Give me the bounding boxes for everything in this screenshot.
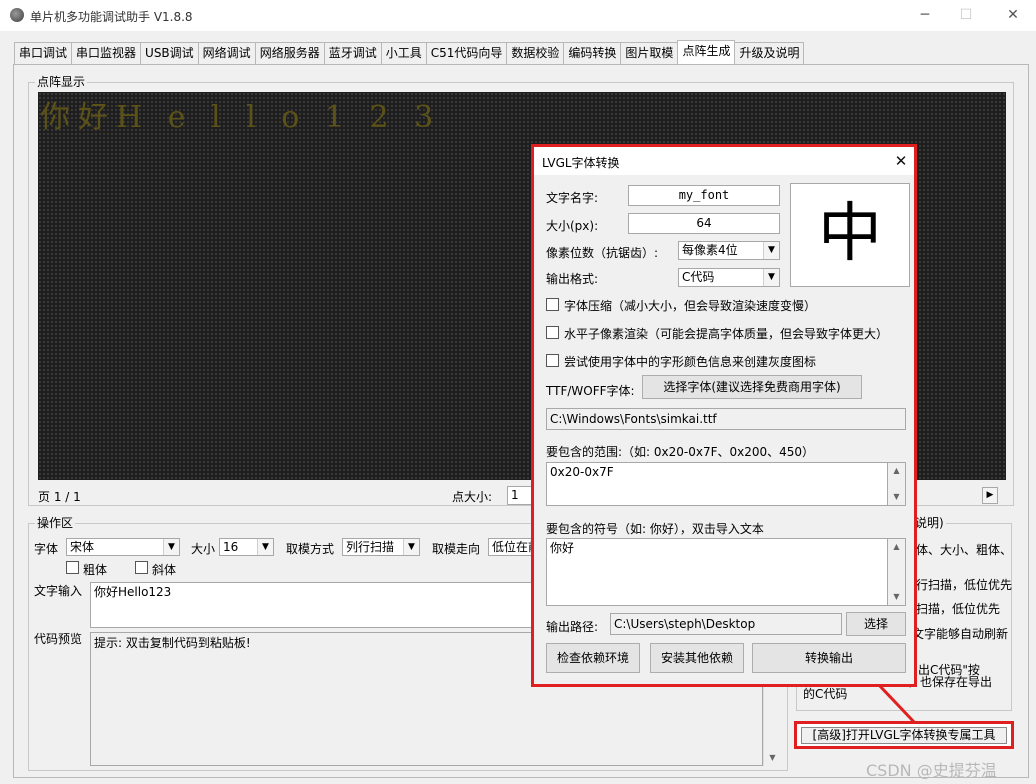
mode-label: 取模方式 bbox=[286, 542, 335, 556]
compress-checkbox[interactable] bbox=[546, 298, 559, 311]
side-info-line: 体、大小、粗体、 bbox=[916, 543, 1013, 557]
tab-image-mold[interactable]: 图片取模 bbox=[620, 42, 679, 64]
font-path-field[interactable]: C:\Windows\Fonts\simkai.ttf bbox=[546, 408, 906, 430]
tab-bluetooth-debug[interactable]: 蓝牙调试 bbox=[323, 42, 382, 64]
scroll-down-icon[interactable]: ▼ bbox=[888, 589, 905, 605]
direction-select[interactable]: 低位在前 bbox=[488, 538, 532, 556]
side-info-line: 扫描，低位优先 bbox=[916, 602, 1001, 616]
font-name-input[interactable]: my_font bbox=[628, 185, 780, 206]
subpixel-checkbox[interactable] bbox=[546, 326, 559, 339]
dialog-close-icon[interactable]: ✕ bbox=[890, 150, 912, 172]
tab-encoding-convert[interactable]: 编码转换 bbox=[563, 42, 622, 64]
bpp-select-value: 每像素4位 bbox=[682, 243, 738, 257]
select-path-button[interactable]: 选择 bbox=[846, 612, 906, 636]
direction-label: 取模走向 bbox=[432, 542, 481, 556]
side-info-line: 文字能够自动刷新 bbox=[912, 627, 1009, 641]
tab-upgrade-info[interactable]: 升级及说明 bbox=[734, 42, 805, 64]
lvgl-highlight-frame: [高级]打开LVGL字体转换专属工具 bbox=[794, 721, 1014, 749]
chevron-down-icon: ▼ bbox=[403, 539, 419, 555]
window-title: 单片机多功能调试助手 V1.8.8 bbox=[30, 10, 193, 24]
tab-c51-wizard[interactable]: C51代码向导 bbox=[425, 42, 508, 64]
font-label: 字体 bbox=[34, 542, 59, 556]
output-format-label: 输出格式: bbox=[546, 272, 599, 286]
chevron-down-icon: ▼ bbox=[763, 269, 779, 286]
font-select[interactable]: 宋体 ▼ bbox=[66, 538, 180, 556]
side-info-title: 说明) bbox=[913, 516, 946, 530]
text-input-label: 文字输入 bbox=[34, 584, 83, 598]
chevron-down-icon: ▼ bbox=[763, 242, 779, 259]
size-select-value: 16 bbox=[223, 540, 239, 554]
scroll-up-icon[interactable]: ▲ bbox=[888, 463, 905, 479]
glyph-color-checkbox[interactable] bbox=[546, 354, 559, 367]
glyph-color-label: 尝试使用字体中的字形颜色信息来创建灰度图标 bbox=[564, 355, 817, 369]
chevron-down-icon: ▼ bbox=[163, 539, 179, 555]
side-info-line: 行扫描，低位优先 bbox=[916, 578, 1013, 592]
tab-dot-matrix[interactable]: 点阵生成 bbox=[677, 40, 736, 64]
minimize-button[interactable]: ─ bbox=[914, 5, 936, 25]
italic-label: 斜体 bbox=[152, 563, 177, 577]
dot-size-label: 点大小: bbox=[452, 490, 493, 504]
symbols-input[interactable]: 你好 bbox=[546, 538, 888, 606]
range-scrollbar[interactable]: ▲ ▼ bbox=[888, 462, 906, 506]
scroll-down-icon[interactable]: ▼ bbox=[764, 750, 781, 766]
font-preview-box: 中 bbox=[790, 183, 910, 287]
tab-network-debug[interactable]: 网络调试 bbox=[197, 42, 256, 64]
scroll-right-arrow-icon[interactable]: ▶ bbox=[982, 487, 998, 504]
bpp-select[interactable]: 每像素4位 ▼ bbox=[678, 241, 780, 260]
px-size-input[interactable]: 64 bbox=[628, 213, 780, 234]
scroll-down-icon[interactable]: ▼ bbox=[888, 489, 905, 505]
code-preview-label: 代码预览 bbox=[34, 632, 83, 646]
text-input-field[interactable]: 你好Hello123 bbox=[90, 582, 532, 628]
bpp-label: 像素位数（抗锯齿）: bbox=[546, 246, 659, 260]
dot-matrix-text: 你好H e l l o 1 2 3 bbox=[40, 100, 442, 135]
compress-label: 字体压缩（减小大小，但会导致渲染速度变慢） bbox=[564, 299, 817, 313]
size-label: 大小 bbox=[191, 542, 216, 556]
output-format-value: C代码 bbox=[682, 270, 715, 284]
scroll-up-icon[interactable]: ▲ bbox=[888, 539, 905, 555]
output-path-label: 输出路径: bbox=[546, 620, 599, 634]
mode-select-value: 列行扫描 bbox=[346, 540, 395, 554]
mode-select[interactable]: 列行扫描 ▼ bbox=[342, 538, 420, 556]
symbols-scrollbar[interactable]: ▲ ▼ bbox=[888, 538, 906, 606]
operation-group-label: 操作区 bbox=[35, 516, 76, 530]
dialog-title: LVGL字体转换 bbox=[542, 156, 620, 170]
tab-serial-monitor[interactable]: 串口监视器 bbox=[71, 42, 142, 64]
convert-output-button[interactable]: 转换输出 bbox=[752, 643, 906, 673]
app-icon bbox=[10, 8, 24, 22]
ttf-label: TTF/WOFF字体: bbox=[546, 384, 635, 398]
watermark: CSDN @史提芬温 bbox=[866, 761, 997, 780]
tab-usb-debug[interactable]: USB调试 bbox=[140, 42, 199, 64]
font-preview-char: 中 bbox=[818, 197, 882, 271]
side-info-line: 的C代码 bbox=[803, 687, 848, 701]
font-select-value: 宋体 bbox=[70, 540, 95, 554]
range-label: 要包含的范围:（如: 0x20-0x7F、0x200、450） bbox=[546, 445, 815, 459]
symbols-label: 要包含的符号（如: 你好），双击导入文本 bbox=[546, 522, 764, 536]
font-name-label: 文字名字: bbox=[546, 191, 599, 205]
subpixel-label: 水平子像素渲染（可能会提高字体质量，但会导致字体更大） bbox=[564, 327, 889, 341]
tab-network-server[interactable]: 网络服务器 bbox=[254, 42, 325, 64]
check-env-button[interactable]: 检查依赖环境 bbox=[546, 643, 640, 673]
bold-checkbox[interactable] bbox=[66, 561, 79, 574]
close-button[interactable]: ✕ bbox=[1002, 5, 1024, 25]
chevron-down-icon: ▼ bbox=[257, 539, 273, 555]
px-size-label: 大小(px): bbox=[546, 219, 599, 233]
tab-bar: 串口调试 串口监视器 USB调试 网络调试 网络服务器 蓝牙调试 小工具 C51… bbox=[14, 40, 805, 64]
direction-select-value: 低位在前 bbox=[492, 540, 531, 554]
range-input[interactable]: 0x20-0x7F bbox=[546, 462, 888, 506]
size-select[interactable]: 16 ▼ bbox=[219, 538, 274, 556]
italic-checkbox[interactable] bbox=[135, 561, 148, 574]
bold-label: 粗体 bbox=[83, 563, 108, 577]
choose-font-button[interactable]: 选择字体(建议选择免费商用字体) bbox=[642, 375, 862, 399]
tab-data-checksum[interactable]: 数据校验 bbox=[506, 42, 565, 64]
maximize-button[interactable]: ☐ bbox=[955, 5, 977, 25]
page-indicator: 页 1 / 1 bbox=[38, 490, 81, 504]
install-deps-button[interactable]: 安装其他依赖 bbox=[650, 643, 744, 673]
output-format-select[interactable]: C代码 ▼ bbox=[678, 268, 780, 287]
tab-small-tools[interactable]: 小工具 bbox=[380, 42, 427, 64]
open-lvgl-tool-button[interactable]: [高级]打开LVGL字体转换专属工具 bbox=[801, 727, 1007, 744]
output-path-field[interactable]: C:\Users\steph\Desktop bbox=[610, 613, 842, 635]
tab-serial-debug[interactable]: 串口调试 bbox=[14, 42, 73, 64]
lvgl-font-dialog: LVGL字体转换 ✕ 文字名字: my_font 大小(px): 64 像素位数… bbox=[531, 144, 917, 687]
dot-display-group-label: 点阵显示 bbox=[35, 75, 88, 89]
